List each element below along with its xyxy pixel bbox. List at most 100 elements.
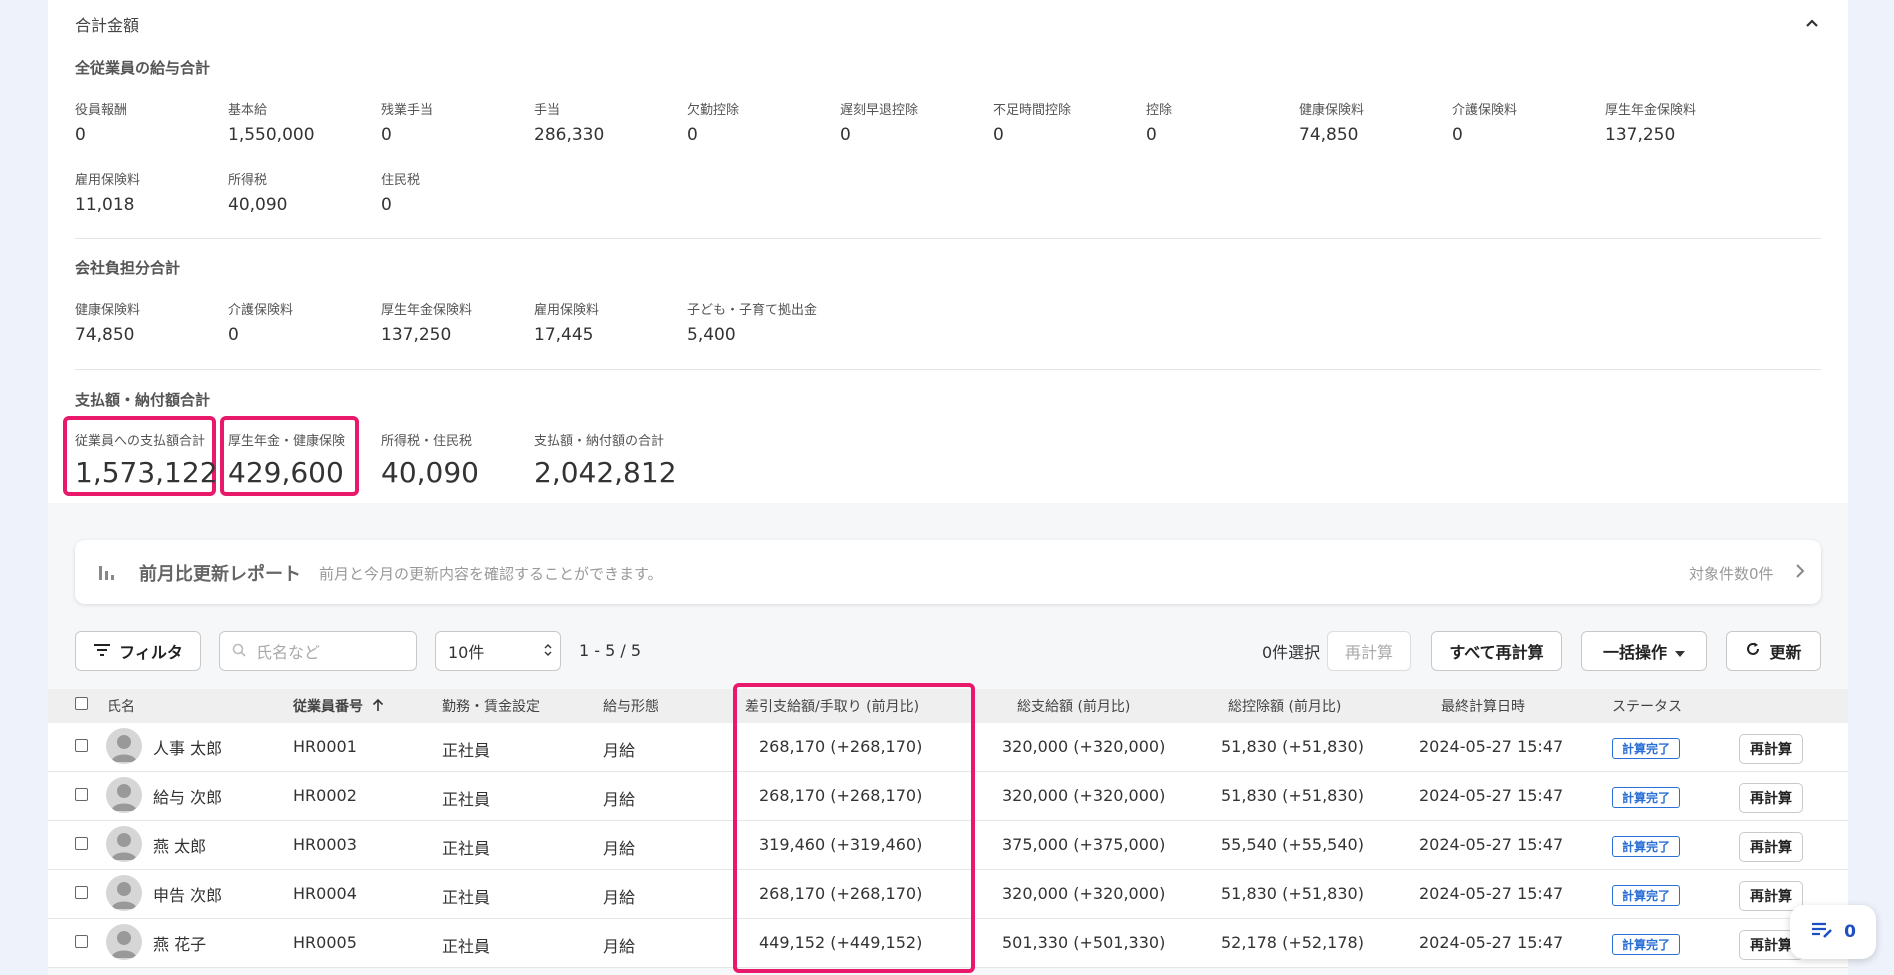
total-label: 厚生年金保険料 <box>381 303 473 318</box>
employee-name[interactable]: 燕 花子 <box>153 931 206 955</box>
calculated-at: 2024-05-27 15:47 <box>1419 786 1564 805</box>
select-all-checkbox[interactable] <box>75 697 88 710</box>
fab-count: 0 <box>1844 922 1856 942</box>
chevron-up-icon[interactable] <box>1798 10 1826 38</box>
column-header-status[interactable]: ステータス <box>1612 696 1682 716</box>
employee-id: HR0004 <box>293 884 357 903</box>
calculated-at: 2024-05-27 15:47 <box>1419 884 1564 903</box>
row-recalc-button[interactable]: 再計算 <box>1739 881 1803 911</box>
total-value: 0 <box>687 125 698 145</box>
total-label: 雇用保険料 <box>534 303 600 318</box>
gross-pay: 501,330 (+501,330) <box>1002 933 1166 952</box>
pay-type: 月給 <box>603 888 636 907</box>
employee-name[interactable]: 燕 太郎 <box>153 833 206 857</box>
avatar <box>106 875 142 911</box>
avatar <box>106 924 142 960</box>
search-icon <box>232 642 246 661</box>
status-badge: 計算完了 <box>1612 787 1681 808</box>
total-value: 0 <box>381 125 392 145</box>
row-checkbox[interactable] <box>75 837 88 850</box>
bulk-action-button[interactable]: 一括操作 <box>1581 631 1707 671</box>
page-size-select[interactable]: 10件 <box>435 631 561 671</box>
employee-name[interactable]: 申告 次郎 <box>153 882 222 906</box>
column-header-calculated-at[interactable]: 最終計算日時 <box>1441 696 1525 716</box>
pay-type: 月給 <box>603 790 636 809</box>
status-badge: 計算完了 <box>1612 885 1681 906</box>
column-header-employee-id[interactable]: 従業員番号 <box>293 696 363 716</box>
caret-down-icon <box>1675 642 1685 661</box>
section-divider <box>75 238 1821 239</box>
total-label: 所得税 <box>228 173 268 188</box>
total-value: 0 <box>381 195 392 215</box>
refresh-button[interactable]: 更新 <box>1726 631 1821 671</box>
selected-count: 0件選択 <box>1262 643 1321 662</box>
row-checkbox[interactable] <box>75 739 88 752</box>
row-recalc-button[interactable]: 再計算 <box>1739 783 1803 813</box>
employee-name[interactable]: 給与 次郎 <box>153 784 222 808</box>
payment-label: 従業員への支払額合計 <box>75 434 206 449</box>
deduction: 51,830 (+51,830) <box>1221 884 1364 903</box>
row-checkbox[interactable] <box>75 788 88 801</box>
work-setting: 正社員 <box>442 888 491 907</box>
todo-fab[interactable]: 0 <box>1790 905 1876 959</box>
employee-id: HR0002 <box>293 786 357 805</box>
total-value: 74,850 <box>1299 125 1359 145</box>
total-label: 遅刻早退控除 <box>840 103 919 118</box>
pay-type: 月給 <box>603 741 636 760</box>
total-label: 役員報酬 <box>75 103 128 118</box>
search-input[interactable]: 氏名など <box>219 631 417 671</box>
employee-id: HR0005 <box>293 933 357 952</box>
total-label: 介護保険料 <box>228 303 294 318</box>
deduction: 51,830 (+51,830) <box>1221 786 1364 805</box>
total-label: 健康保険料 <box>1299 103 1365 118</box>
column-header-name[interactable]: 氏名 <box>107 696 135 716</box>
filter-button[interactable]: フィルタ <box>75 631 201 671</box>
payment-value: 40,090 <box>381 456 479 489</box>
employee-id: HR0001 <box>293 737 357 756</box>
sort-arrow-up-icon[interactable] <box>372 697 384 716</box>
column-header-work-setting[interactable]: 勤務・賃金設定 <box>442 696 540 716</box>
employee-name[interactable]: 人事 太郎 <box>153 735 222 759</box>
deduction: 55,540 (+55,540) <box>1221 835 1364 854</box>
row-checkbox[interactable] <box>75 935 88 948</box>
payment-label: 厚生年金・健康保険 <box>228 434 346 449</box>
pagination-range: 1 - 5 / 5 <box>579 641 642 660</box>
total-value: 0 <box>75 125 86 145</box>
recalc-all-button[interactable]: すべて再計算 <box>1431 631 1562 671</box>
report-bar[interactable]: 前月比更新レポート 前月と今月の更新内容を確認することができます。 対象件数0件 <box>75 540 1821 604</box>
total-value: 0 <box>1452 125 1463 145</box>
list-edit-icon <box>1810 920 1834 945</box>
totals-panel: 合計金額 全従業員の給与合計 役員報酬 0 基本給 1,550,000 残業手当… <box>48 0 1848 975</box>
status-badge: 計算完了 <box>1612 738 1681 759</box>
row-recalc-button[interactable]: 再計算 <box>1739 832 1803 862</box>
refresh-icon <box>1745 641 1761 661</box>
column-header-deductions[interactable]: 総控除額 (前月比) <box>1228 696 1341 716</box>
total-value: 0 <box>1146 125 1157 145</box>
report-description: 前月と今月の更新内容を確認することができます。 <box>319 565 663 583</box>
avatar <box>106 826 142 862</box>
total-label: 厚生年金保険料 <box>1605 103 1697 118</box>
total-label: 手当 <box>534 103 561 118</box>
pay-type: 月給 <box>603 839 636 858</box>
column-header-pay-type[interactable]: 給与形態 <box>603 696 659 716</box>
row-recalc-button[interactable]: 再計算 <box>1739 734 1803 764</box>
total-label: 欠勤控除 <box>687 103 740 118</box>
calculated-at: 2024-05-27 15:47 <box>1419 835 1564 854</box>
total-label: 基本給 <box>228 103 268 118</box>
total-label: 残業手当 <box>381 103 434 118</box>
recalc-button[interactable]: 再計算 <box>1327 631 1411 671</box>
row-checkbox[interactable] <box>75 886 88 899</box>
payment-label: 支払額・納付額の合計 <box>534 434 665 449</box>
totals-header-title: 合計金額 <box>75 16 140 35</box>
filter-label: フィルタ <box>119 643 183 662</box>
column-header-gross-pay[interactable]: 総支給額 (前月比) <box>1017 696 1130 716</box>
recalc-label: 再計算 <box>1344 643 1393 662</box>
total-value: 137,250 <box>381 325 452 345</box>
payment-value: 2,042,812 <box>534 456 677 489</box>
total-label: 住民税 <box>381 173 421 188</box>
total-label: 子ども・子育て拠出金 <box>687 303 818 318</box>
total-label: 不足時間控除 <box>993 103 1072 118</box>
pay-type: 月給 <box>603 937 636 956</box>
employee-id: HR0003 <box>293 835 357 854</box>
total-value: 5,400 <box>687 325 736 345</box>
